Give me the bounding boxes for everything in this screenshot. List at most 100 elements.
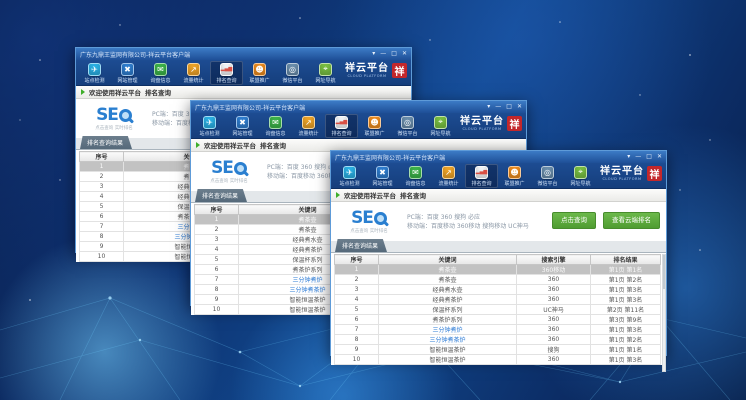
desktop-background: 广东九鼎王监网有限公司-祥云平台客户端 ▾—□✕ ✈站点检测✖网站管理✉询盘信息… [0, 0, 746, 400]
toolbar-item-site-monitor[interactable]: ✈站点检测 [333, 164, 366, 188]
column-header[interactable]: 搜索引擎 [517, 255, 591, 265]
tab-ranking-results[interactable]: 排名查询结果 [80, 136, 132, 149]
table-scrollbar[interactable] [662, 254, 666, 372]
site-monitor-icon: ✈ [203, 116, 216, 129]
cell-index: 8 [335, 335, 379, 345]
column-header[interactable]: 关键词 [379, 255, 517, 265]
maximize-button[interactable]: □ [646, 152, 652, 162]
flag-icon [196, 142, 200, 148]
titlebar[interactable]: 广东九鼎王监网有限公司-祥云平台客户端 ▾—□✕ [191, 101, 526, 113]
brand-seal-icon: 祥 [647, 166, 662, 181]
cell-index: 2 [80, 172, 124, 182]
cell-index: 2 [195, 225, 239, 235]
toolbar-item-wechat-platform[interactable]: ◎微信平台 [391, 114, 424, 138]
tab-ranking-results[interactable]: 排名查询结果 [195, 189, 247, 202]
table-row[interactable]: 5保温杯系列UC神马第2页 第11名 [335, 305, 661, 315]
cell-rank: 第1页 第3名 [591, 325, 661, 335]
cell-engine: 搜狗 [517, 345, 591, 355]
toolbar-item-site-manage[interactable]: ✖网站管理 [111, 61, 144, 85]
cell-rank: 第1页 第3名 [591, 295, 661, 305]
minimize-button[interactable]: — [635, 152, 641, 162]
table-row[interactable]: 3经典煮水壶360第1页 第3名 [335, 285, 661, 295]
toolbar-item-label: 网站管理 [372, 180, 392, 187]
toolbar-item-label: 联盟推广 [249, 77, 269, 84]
magnifier-icon [234, 162, 247, 175]
toolbar-item-inquiry-message[interactable]: ✉询盘信息 [399, 164, 432, 188]
toolbar-item-label: 网址导航 [315, 77, 335, 84]
brand-subtitle: CLOUD PLATFORM [460, 127, 504, 131]
traffic-stats-icon: ↗ [302, 116, 315, 129]
skin-button[interactable]: ▾ [627, 152, 630, 162]
toolbar-item-alliance-promo[interactable]: ☻联盟推广 [358, 114, 391, 138]
minimize-button[interactable]: — [495, 102, 501, 112]
toolbar-item-alliance-promo[interactable]: ☻联盟推广 [498, 164, 531, 188]
toolbar-item-site-nav[interactable]: ⌖网址导航 [564, 164, 597, 188]
site-monitor-icon: ✈ [88, 63, 101, 76]
toolbar-item-site-monitor[interactable]: ✈站点检测 [193, 114, 226, 138]
column-header[interactable]: 排名结果 [591, 255, 661, 265]
tab-ranking-results[interactable]: 排名查询结果 [335, 239, 387, 252]
traffic-stats-icon: ↗ [442, 166, 455, 179]
toolbar-item-site-monitor[interactable]: ✈站点检测 [78, 61, 111, 85]
maximize-button[interactable]: □ [506, 102, 512, 112]
cell-index: 5 [80, 202, 124, 212]
cell-rank: 第1页 第1名 [591, 265, 661, 275]
brand-seal-icon: 祥 [392, 63, 407, 78]
toolbar-item-traffic-stats[interactable]: ↗流量统计 [177, 61, 210, 85]
toolbar-item-inquiry-message[interactable]: ✉询盘信息 [259, 114, 292, 138]
alliance-promo-icon: ☻ [253, 63, 266, 76]
toolbar-item-wechat-platform[interactable]: ◎微信平台 [531, 164, 564, 188]
table-row[interactable]: 4经典煮茶炉360第1页 第3名 [335, 295, 661, 305]
toolbar-item-site-manage[interactable]: ✖网站管理 [226, 114, 259, 138]
titlebar[interactable]: 广东九鼎王监网有限公司-祥云平台客户端 ▾—□✕ [331, 151, 666, 163]
toolbar-item-inquiry-message[interactable]: ✉询盘信息 [144, 61, 177, 85]
titlebar[interactable]: 广东九鼎王监网有限公司-祥云平台客户端 ▾—□✕ [76, 48, 411, 60]
table-row[interactable]: 7三分钟煮炉360第1页 第3名 [335, 325, 661, 335]
skin-button[interactable]: ▾ [487, 102, 490, 112]
cell-index: 6 [80, 212, 124, 222]
view-cloud-rank-button[interactable]: 查看云端排名 [603, 212, 660, 229]
engines-pc-line: PC端：百度 360 搜狗 必应 [407, 213, 529, 222]
toolbar-item-traffic-stats[interactable]: ↗流量统计 [292, 114, 325, 138]
toolbar-item-wechat-platform[interactable]: ◎微信平台 [276, 61, 309, 85]
table-row[interactable]: 9智能恒温茶炉搜狗第1页 第1名 [335, 345, 661, 355]
table-row[interactable]: 10智能恒温茶炉360第1页 第3名 [335, 355, 661, 365]
toolbar-item-site-nav[interactable]: ⌖网址导航 [424, 114, 457, 138]
query-button[interactable]: 点击查询 [552, 212, 596, 229]
cell-keyword: 三分钟煮炉 [379, 325, 517, 335]
table-row[interactable]: 6煮茶炉系列360第3页 第9名 [335, 315, 661, 325]
flag-icon [81, 89, 85, 95]
cell-index: 3 [335, 285, 379, 295]
close-button[interactable]: ✕ [657, 152, 662, 162]
toolbar-item-traffic-stats[interactable]: ↗流量统计 [432, 164, 465, 188]
table-row[interactable]: 1煮茶壶360移动第1页 第1名 [335, 265, 661, 275]
site-manage-icon: ✖ [121, 63, 134, 76]
cell-index: 10 [80, 252, 124, 262]
toolbar-item-alliance-promo[interactable]: ☻联盟推广 [243, 61, 276, 85]
toolbar-item-label: 排名查询 [331, 130, 351, 137]
toolbar-item-site-nav[interactable]: ⌖网址导航 [309, 61, 342, 85]
skin-button[interactable]: ▾ [372, 49, 375, 59]
close-button[interactable]: ✕ [402, 49, 407, 59]
column-header[interactable]: 序号 [195, 205, 239, 215]
brand-logo: 祥云平台 CLOUD PLATFORM 祥 [600, 166, 662, 181]
cell-rank: 第1页 第2名 [591, 275, 661, 285]
table-row[interactable]: 2煮茶壶360第1页 第2名 [335, 275, 661, 285]
table-row[interactable]: 8三分钟煮茶炉360第1页 第2名 [335, 335, 661, 345]
brand-subtitle: CLOUD PLATFORM [345, 74, 389, 78]
toolbar-item-site-manage[interactable]: ✖网站管理 [366, 164, 399, 188]
column-header[interactable]: 序号 [80, 152, 124, 162]
minimize-button[interactable]: — [380, 49, 386, 59]
maximize-button[interactable]: □ [391, 49, 397, 59]
cell-index: 7 [335, 325, 379, 335]
cell-keyword: 三分钟煮茶炉 [379, 335, 517, 345]
toolbar-item-ranking-query[interactable]: ▂▄▆排名查询 [465, 164, 498, 188]
toolbar-item-ranking-query[interactable]: ▂▄▆排名查询 [210, 61, 243, 85]
close-button[interactable]: ✕ [517, 102, 522, 112]
seo-logo-text: SE [96, 107, 118, 124]
scrollbar-thumb[interactable] [663, 255, 665, 289]
brand-name: 祥云平台 [460, 117, 504, 127]
cell-index: 5 [335, 305, 379, 315]
column-header[interactable]: 序号 [335, 255, 379, 265]
toolbar-item-ranking-query[interactable]: ▂▄▆排名查询 [325, 114, 358, 138]
